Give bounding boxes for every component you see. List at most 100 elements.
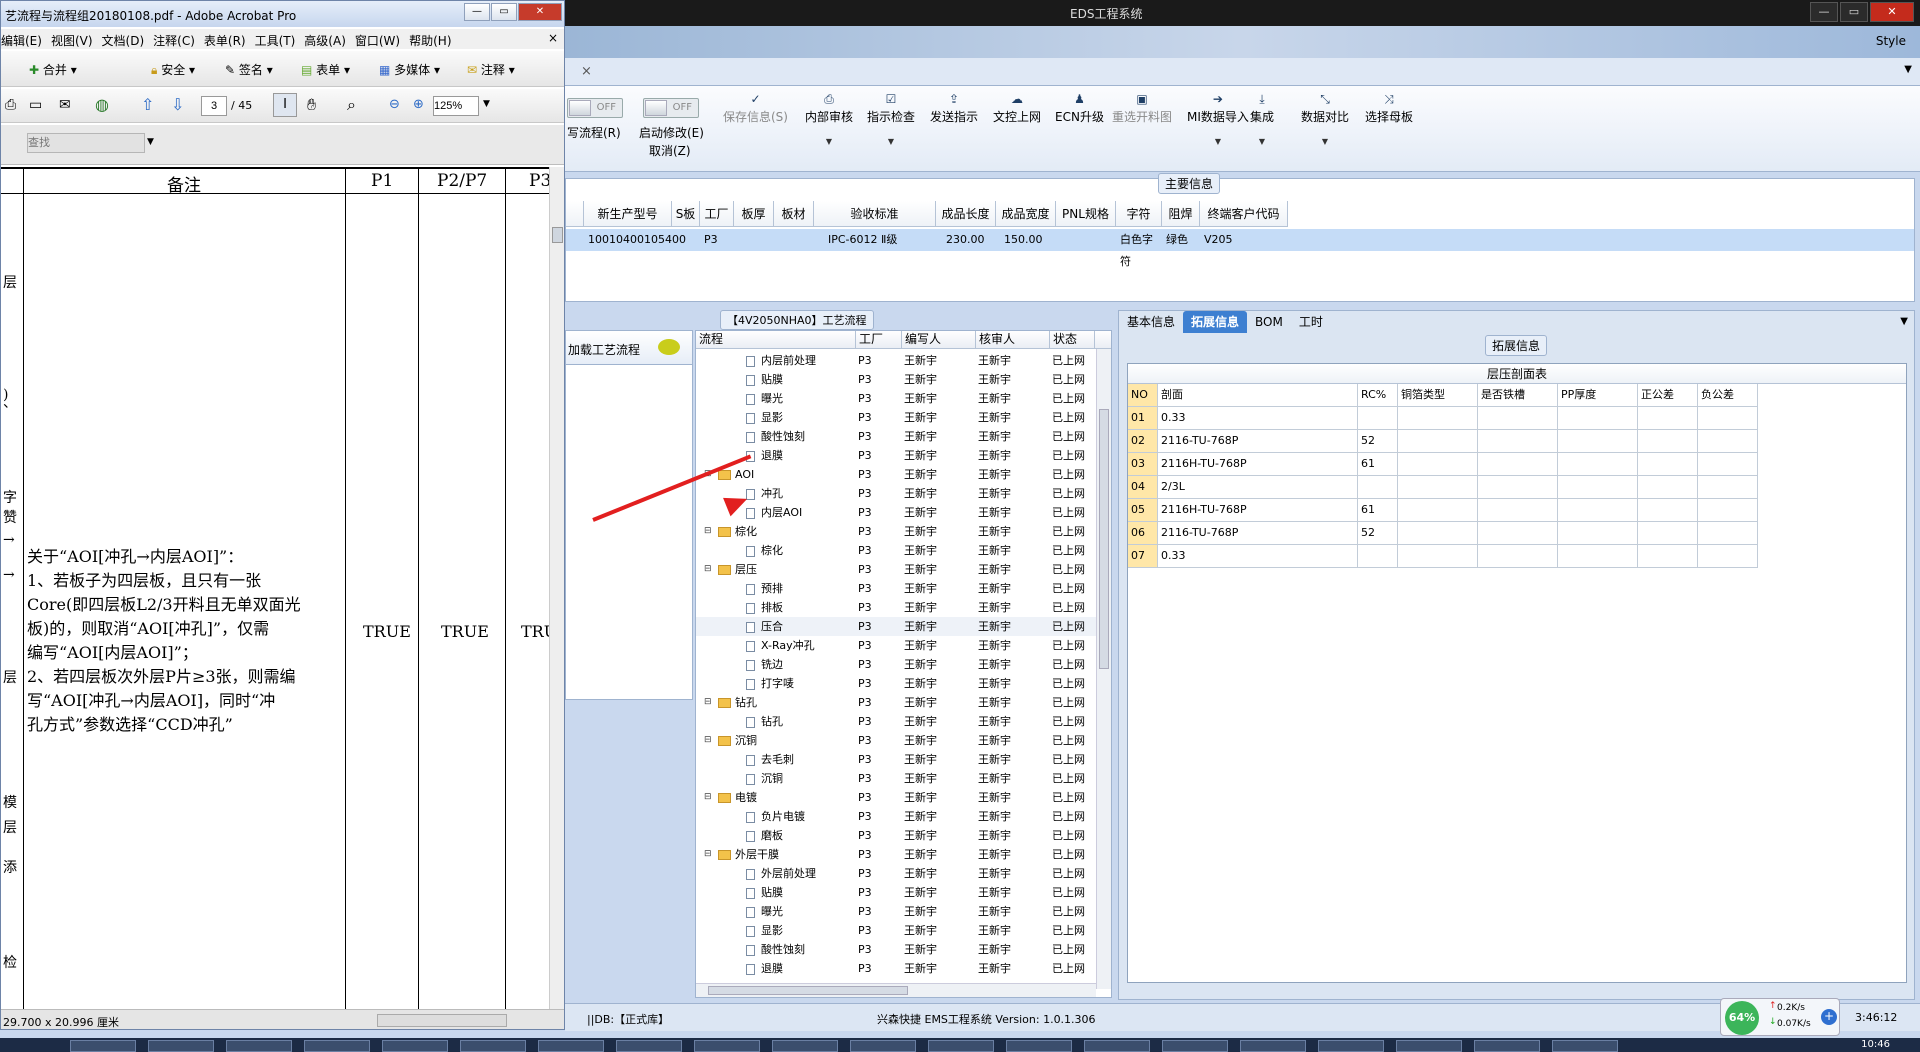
- menu-comment[interactable]: 注释(C): [153, 29, 204, 49]
- tab-dropdown-icon[interactable]: ▼: [1904, 64, 1912, 75]
- taskbar-button[interactable]: [1318, 1040, 1384, 1052]
- acro-maximize-button[interactable]: ▭: [491, 3, 517, 21]
- collapse-icon[interactable]: ⊟: [704, 560, 712, 579]
- taskbar-button[interactable]: [1162, 1040, 1228, 1052]
- email-icon[interactable]: ✉: [59, 97, 71, 113]
- internal-review-button[interactable]: ⎙ 内部审核 ▼: [805, 92, 853, 146]
- col-header[interactable]: 成品宽度: [996, 201, 1056, 226]
- col-header[interactable]: 板厚: [734, 201, 774, 226]
- hand-tool-icon[interactable]: ✋︎: [307, 95, 316, 115]
- zoom-in-icon[interactable]: ⊕: [413, 97, 424, 112]
- close-button[interactable]: ✕: [1870, 2, 1914, 22]
- find-dropdown-icon[interactable]: ▼: [147, 137, 154, 147]
- page-number-input[interactable]: [201, 96, 227, 116]
- menu-form[interactable]: 表单(R): [204, 29, 255, 49]
- collapse-icon[interactable]: ⊟: [704, 788, 712, 807]
- tree-row[interactable]: 酸性蚀刻 P3 王新宇 王新宇 已上网: [696, 940, 1096, 959]
- ecn-upgrade-button[interactable]: ♟ ECN升级: [1055, 92, 1104, 125]
- layer-row[interactable]: 07 0.33: [1128, 545, 1758, 568]
- taskbar-button[interactable]: [850, 1040, 916, 1052]
- style-menu[interactable]: Style: [1876, 34, 1906, 48]
- prev-page-icon[interactable]: ⇧: [141, 95, 154, 114]
- comment-button[interactable]: ✉ 注释 ▾: [467, 61, 515, 78]
- cancel-button[interactable]: 取消(Z): [649, 142, 691, 159]
- taskbar-button[interactable]: [616, 1040, 682, 1052]
- tree-hscroll[interactable]: [696, 983, 1096, 997]
- tree-row[interactable]: ⊟ 棕化 P3 王新宇 王新宇 已上网: [696, 522, 1096, 541]
- save-icon[interactable]: ▭: [29, 97, 42, 113]
- tree-row[interactable]: 负片电镀 P3 王新宇 王新宇 已上网: [696, 807, 1096, 826]
- taskbar-button[interactable]: [460, 1040, 526, 1052]
- col-header[interactable]: 阻焊: [1162, 201, 1200, 226]
- select-mother-board-button[interactable]: ⤨ 选择母板: [1365, 92, 1413, 125]
- menu-document[interactable]: 文档(D): [102, 29, 154, 49]
- chat-icon[interactable]: [658, 339, 680, 355]
- combine-button[interactable]: ✚ 合并 ▾: [29, 61, 77, 78]
- save-info-button[interactable]: ✓ 保存信息(S): [723, 92, 788, 125]
- tree-row[interactable]: 棕化 P3 王新宇 王新宇 已上网: [696, 541, 1096, 560]
- tree-row[interactable]: 内层AOI P3 王新宇 王新宇 已上网: [696, 503, 1096, 522]
- sign-button[interactable]: ✎ 签名 ▾: [225, 61, 273, 78]
- layer-row[interactable]: 03 2116H-TU-768P 61: [1128, 453, 1758, 476]
- tree-row[interactable]: ⊟AOIP3王新宇王新宇已上网: [696, 465, 1096, 484]
- tree-row[interactable]: 压合 P3 王新宇 王新宇 已上网: [696, 617, 1096, 636]
- layer-row[interactable]: 01 0.33: [1128, 407, 1758, 430]
- tree-vscroll[interactable]: [1096, 349, 1111, 989]
- taskbar-button[interactable]: [70, 1040, 136, 1052]
- taskbar-button[interactable]: [928, 1040, 994, 1052]
- menu-view[interactable]: 视图(V): [51, 29, 102, 49]
- zoom-input[interactable]: [433, 96, 479, 116]
- minimize-button[interactable]: —: [1810, 2, 1838, 22]
- layer-row[interactable]: 05 2116H-TU-768P 61: [1128, 499, 1758, 522]
- mi-import-button[interactable]: ➔ MI数据导入 ▼: [1187, 92, 1249, 146]
- acro-minimize-button[interactable]: —: [464, 3, 490, 21]
- col-header[interactable]: 新生产型号: [584, 201, 672, 226]
- col-header[interactable]: PNL规格: [1056, 201, 1116, 226]
- taskbar-button[interactable]: [1240, 1040, 1306, 1052]
- menu-tools[interactable]: 工具(T): [255, 29, 305, 49]
- tree-row[interactable]: 磨板 P3 王新宇 王新宇 已上网: [696, 826, 1096, 845]
- pdf-vscroll[interactable]: [549, 167, 564, 1009]
- tree-row[interactable]: 钻孔 P3 王新宇 王新宇 已上网: [696, 712, 1096, 731]
- find-input[interactable]: [27, 133, 145, 153]
- tree-row[interactable]: 曝光 P3 王新宇 王新宇 已上网: [696, 902, 1096, 921]
- col-header[interactable]: 工厂: [700, 201, 734, 226]
- tree-row[interactable]: 外层前处理 P3 王新宇 王新宇 已上网: [696, 864, 1096, 883]
- tree-row[interactable]: 沉铜 P3 王新宇 王新宇 已上网: [696, 769, 1096, 788]
- tree-row[interactable]: 去毛刺 P3 王新宇 王新宇 已上网: [696, 750, 1096, 769]
- tree-row[interactable]: ⊟ 层压 P3 王新宇 王新宇 已上网: [696, 560, 1096, 579]
- taskbar-button[interactable]: [304, 1040, 370, 1052]
- tree-row[interactable]: 排板 P3 王新宇 王新宇 已上网: [696, 598, 1096, 617]
- next-page-icon[interactable]: ⇩: [171, 95, 184, 114]
- taskbar-button[interactable]: [538, 1040, 604, 1052]
- maximize-button[interactable]: ▭: [1840, 2, 1868, 22]
- forms-button[interactable]: ▤ 表单 ▾: [301, 61, 350, 78]
- network-monitor[interactable]: 64% 0.2K/s 0.07K/s ↑ ↓ +: [1720, 998, 1840, 1036]
- tree-row[interactable]: ⊟ 外层干膜 P3 王新宇 王新宇 已上网: [696, 845, 1096, 864]
- menu-window[interactable]: 窗口(W): [355, 29, 409, 49]
- taskbar-button[interactable]: [1474, 1040, 1540, 1052]
- collapse-icon[interactable]: ⊟: [704, 731, 712, 750]
- tree-row[interactable]: 内层前处理 P3 王新宇 王新宇 已上网: [696, 351, 1096, 370]
- zoom-dropdown-icon[interactable]: ▼: [483, 99, 490, 109]
- taskbar-button[interactable]: [1084, 1040, 1150, 1052]
- layer-row[interactable]: 04 2/3L: [1128, 476, 1758, 499]
- acro-close-button[interactable]: ✕: [518, 3, 562, 21]
- tree-row[interactable]: 预排 P3 王新宇 王新宇 已上网: [696, 579, 1096, 598]
- start-edit-button[interactable]: 启动修改(E): [639, 124, 704, 141]
- tree-row[interactable]: 酸性蚀刻 P3 王新宇 王新宇 已上网: [696, 427, 1096, 446]
- tree-row[interactable]: 打字唛 P3 王新宇 王新宇 已上网: [696, 674, 1096, 693]
- collapse-icon[interactable]: ⊟: [704, 693, 712, 712]
- col-header[interactable]: 板材: [774, 201, 814, 226]
- tabs-dropdown-icon[interactable]: ▼: [1900, 316, 1908, 327]
- main-info-row[interactable]: 10010400105400 P3 IPC-6012 Ⅱ级 230.00 150…: [566, 229, 1914, 268]
- taskbar-button[interactable]: [226, 1040, 292, 1052]
- taskbar-button[interactable]: [694, 1040, 760, 1052]
- flow-toggle[interactable]: OFF: [567, 98, 623, 118]
- col-header[interactable]: S板: [672, 201, 700, 226]
- collapse-icon[interactable]: ⊟: [704, 522, 712, 541]
- select-tool-icon[interactable]: I: [273, 93, 297, 117]
- tab-bom[interactable]: BOM: [1247, 311, 1291, 333]
- taskbar-button[interactable]: [148, 1040, 214, 1052]
- tree-row[interactable]: 退膜 P3 王新宇 王新宇 已上网: [696, 446, 1096, 465]
